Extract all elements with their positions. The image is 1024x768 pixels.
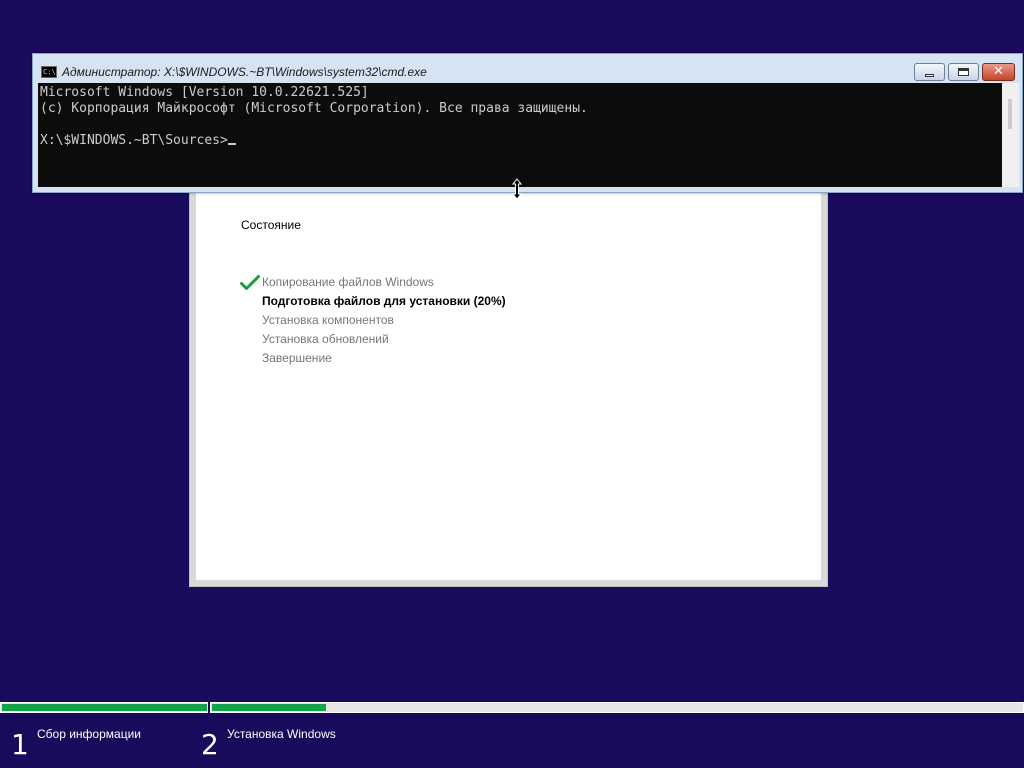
- phase-number: 1: [11, 728, 29, 761]
- step-label: Подготовка файлов для установки (20%): [262, 294, 506, 308]
- console-prompt: X:\$WINDOWS.~BT\Sources>: [40, 133, 228, 148]
- progress-fill-2: [212, 704, 326, 711]
- vertical-scrollbar[interactable]: [1002, 83, 1019, 187]
- text-cursor: [227, 143, 236, 145]
- resize-vertical-icon: [511, 178, 523, 200]
- step-label: Копирование файлов Windows: [262, 275, 434, 289]
- status-title: Состояние: [241, 218, 301, 232]
- setup-progress-bar: [0, 702, 1024, 713]
- setup-window: Состояние Копирование файлов Windows Под…: [189, 150, 828, 587]
- check-icon: [240, 275, 260, 290]
- progress-fill-1: [2, 704, 207, 711]
- cmd-app-icon[interactable]: C:\: [41, 66, 57, 78]
- step-label: Завершение: [262, 351, 332, 365]
- scrollbar-thumb[interactable]: [1008, 99, 1012, 129]
- console-line: (c) Корпорация Майкрософт (Microsoft Cor…: [40, 101, 588, 116]
- step-finishing: Завершение: [240, 349, 506, 368]
- phase-label: Установка Windows: [227, 727, 336, 741]
- step-label: Установка обновлений: [262, 332, 389, 346]
- step-install-features: Установка компонентов: [240, 311, 506, 330]
- progress-segment-2: [210, 702, 1024, 713]
- cmd-titlebar[interactable]: C:\ Администратор: X:\$WINDOWS.~BT\Windo…: [33, 54, 1022, 83]
- close-icon: ✕: [993, 64, 1004, 79]
- step-prepare-files: Подготовка файлов для установки (20%): [240, 292, 506, 311]
- console-prompt-line: X:\$WINDOWS.~BT\Sources>: [40, 133, 1002, 149]
- console-line: Microsoft Windows [Version 10.0.22621.52…: [40, 85, 369, 100]
- cmd-window-title: Администратор: X:\$WINDOWS.~BT\Windows\s…: [62, 65, 427, 79]
- progress-segment-1: [0, 702, 208, 713]
- setup-content: Состояние Копирование файлов Windows Под…: [196, 151, 821, 580]
- phase-label: Сбор информации: [37, 727, 141, 741]
- step-label: Установка компонентов: [262, 313, 394, 327]
- close-button[interactable]: ✕: [982, 63, 1015, 81]
- minimize-icon: [925, 73, 934, 77]
- step-install-updates: Установка обновлений: [240, 330, 506, 349]
- step-copy-files: Копирование файлов Windows: [240, 273, 506, 292]
- maximize-icon: [958, 68, 969, 76]
- minimize-button[interactable]: [914, 63, 945, 81]
- maximize-button[interactable]: [948, 63, 979, 81]
- cmd-console[interactable]: Microsoft Windows [Version 10.0.22621.52…: [38, 83, 1002, 187]
- phase-number: 2: [201, 728, 219, 761]
- cmd-window[interactable]: C:\ Администратор: X:\$WINDOWS.~BT\Windo…: [32, 53, 1023, 193]
- steps-list: Копирование файлов Windows Подготовка фа…: [240, 273, 506, 368]
